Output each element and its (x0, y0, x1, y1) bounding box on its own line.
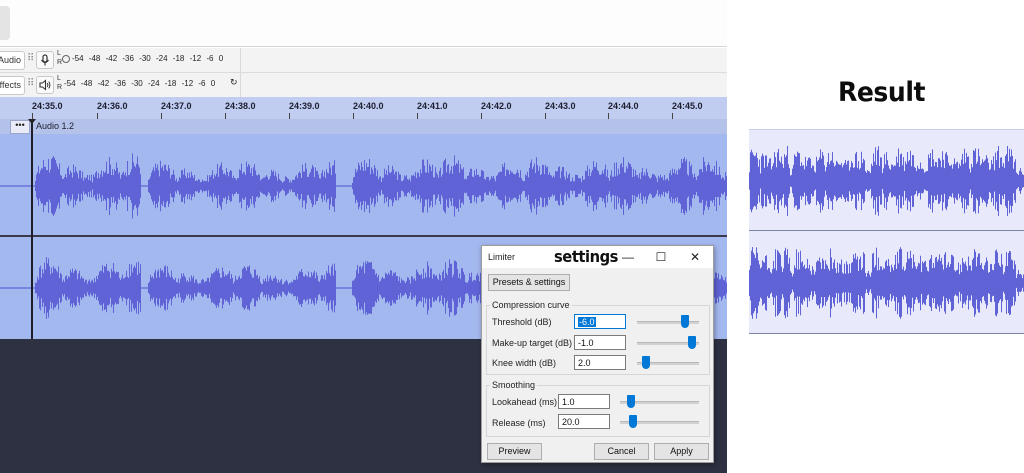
recording-device-select[interactable]: Audio (0, 51, 25, 70)
grip-handle-icon[interactable]: ⠿ (27, 53, 34, 64)
channel-separator (0, 235, 727, 237)
release-input[interactable]: 20.0 (558, 414, 610, 429)
lookahead-label: Lookahead (ms) (492, 397, 558, 407)
dialog-titlebar[interactable]: Limiter settings — ☐ ✕ (482, 246, 713, 268)
release-label: Release (ms) (492, 418, 546, 428)
lookahead-slider-thumb[interactable] (627, 395, 636, 408)
smoothing-group (486, 385, 710, 437)
settings-annotation: settings (554, 247, 618, 266)
limiter-dialog: Limiter settings — ☐ ✕ Presets & setting… (481, 245, 714, 463)
playback-meter-cursor-icon: ↻ (230, 77, 238, 87)
track-name[interactable]: Audio 1.2 (36, 121, 74, 131)
threshold-slider-thumb[interactable] (681, 315, 690, 328)
makeup-target-input[interactable]: -1.0 (574, 335, 626, 350)
presets-settings-button[interactable]: Presets & settings (488, 274, 570, 291)
timeline-ruler[interactable]: 24:35.0 24:36.0 24:37.0 24:38.0 24:39.0 … (0, 97, 727, 120)
knee-width-label: Knee width (dB) (492, 358, 557, 368)
timeline-tick-label: 24:38.0 (225, 101, 256, 111)
preview-button[interactable]: Preview (487, 443, 542, 460)
knee-width-slider-thumb[interactable] (642, 356, 651, 369)
result-channel-separator (749, 230, 1024, 231)
playback-meter-scale[interactable]: -54 -48 -42 -36 -30 -24 -18 -12 -6 0 (64, 79, 215, 88)
result-waveform-panel (749, 129, 1024, 334)
timeline-tick-label: 24:36.0 (97, 101, 128, 111)
timeline-tick-label: 24:45.0 (672, 101, 703, 111)
recording-meter-toolbar: Audio ⠿ LR -54 -48 -42 -36 -30 -24 -18 -… (0, 48, 727, 73)
threshold-label: Threshold (dB) (492, 317, 552, 327)
result-waveform-svg (749, 145, 1024, 319)
cancel-button[interactable]: Cancel (594, 443, 649, 460)
lookahead-input[interactable]: 1.0 (558, 394, 610, 409)
track-header[interactable]: ••• Audio 1.2 (0, 119, 727, 134)
toolbar-button-stub[interactable] (0, 6, 10, 40)
makeup-target-slider-thumb[interactable] (688, 336, 697, 349)
recording-meter-scale[interactable]: -54 -48 -42 -36 -30 -24 -18 -12 -6 0 (72, 54, 223, 63)
waveform-channel-1 (0, 153, 727, 219)
smoothing-group-title: Smoothing (490, 380, 538, 390)
timeline-tick-label: 24:44.0 (608, 101, 639, 111)
microphone-icon[interactable] (36, 51, 54, 69)
timeline-tick-label: 24:35.0 (32, 101, 63, 111)
knee-width-input[interactable]: 2.0 (574, 355, 626, 370)
maximize-icon[interactable]: ☐ (654, 250, 668, 264)
toolbar-divider (240, 48, 241, 72)
toolbar-divider (240, 73, 241, 97)
makeup-target-label: Make-up target (dB) (492, 338, 573, 348)
timeline-tick-label: 24:43.0 (545, 101, 576, 111)
apply-button[interactable]: Apply (654, 443, 709, 460)
top-toolbar (0, 0, 727, 47)
result-waveform-channel-2 (749, 247, 1024, 319)
track-menu-button[interactable]: ••• (10, 120, 30, 134)
playback-device-select[interactable]: Effects (0, 76, 25, 95)
dialog-title: Limiter (488, 252, 516, 262)
speaker-icon[interactable] (36, 76, 54, 94)
result-bottom-border (749, 333, 1024, 334)
minimize-icon[interactable]: — (621, 250, 635, 264)
compression-curve-group-title: Compression curve (490, 300, 572, 310)
timeline-tick-label: 24:41.0 (417, 101, 448, 111)
timeline-tick-label: 24:40.0 (353, 101, 384, 111)
channel-labels: LR (57, 75, 63, 91)
timeline-tick-label: 24:42.0 (481, 101, 512, 111)
release-slider-thumb[interactable] (628, 415, 637, 428)
close-icon[interactable]: ✕ (688, 250, 702, 264)
threshold-slider-track[interactable] (637, 321, 699, 324)
result-waveform-channel-1 (749, 145, 1024, 217)
edit-cursor-line (31, 122, 33, 339)
result-title: Result (838, 77, 926, 108)
timeline-tick-label: 24:39.0 (289, 101, 320, 111)
threshold-input[interactable]: -6.0 (574, 314, 626, 329)
edit-cursor-marker-icon[interactable] (28, 119, 36, 124)
playback-meter-toolbar: Effects ⠿ LR -54 -48 -42 -36 -30 -24 -18… (0, 73, 727, 98)
grip-handle-icon[interactable]: ⠿ (27, 78, 34, 89)
record-meter-indicator-icon (62, 55, 70, 63)
timeline-tick-label: 24:37.0 (161, 101, 192, 111)
